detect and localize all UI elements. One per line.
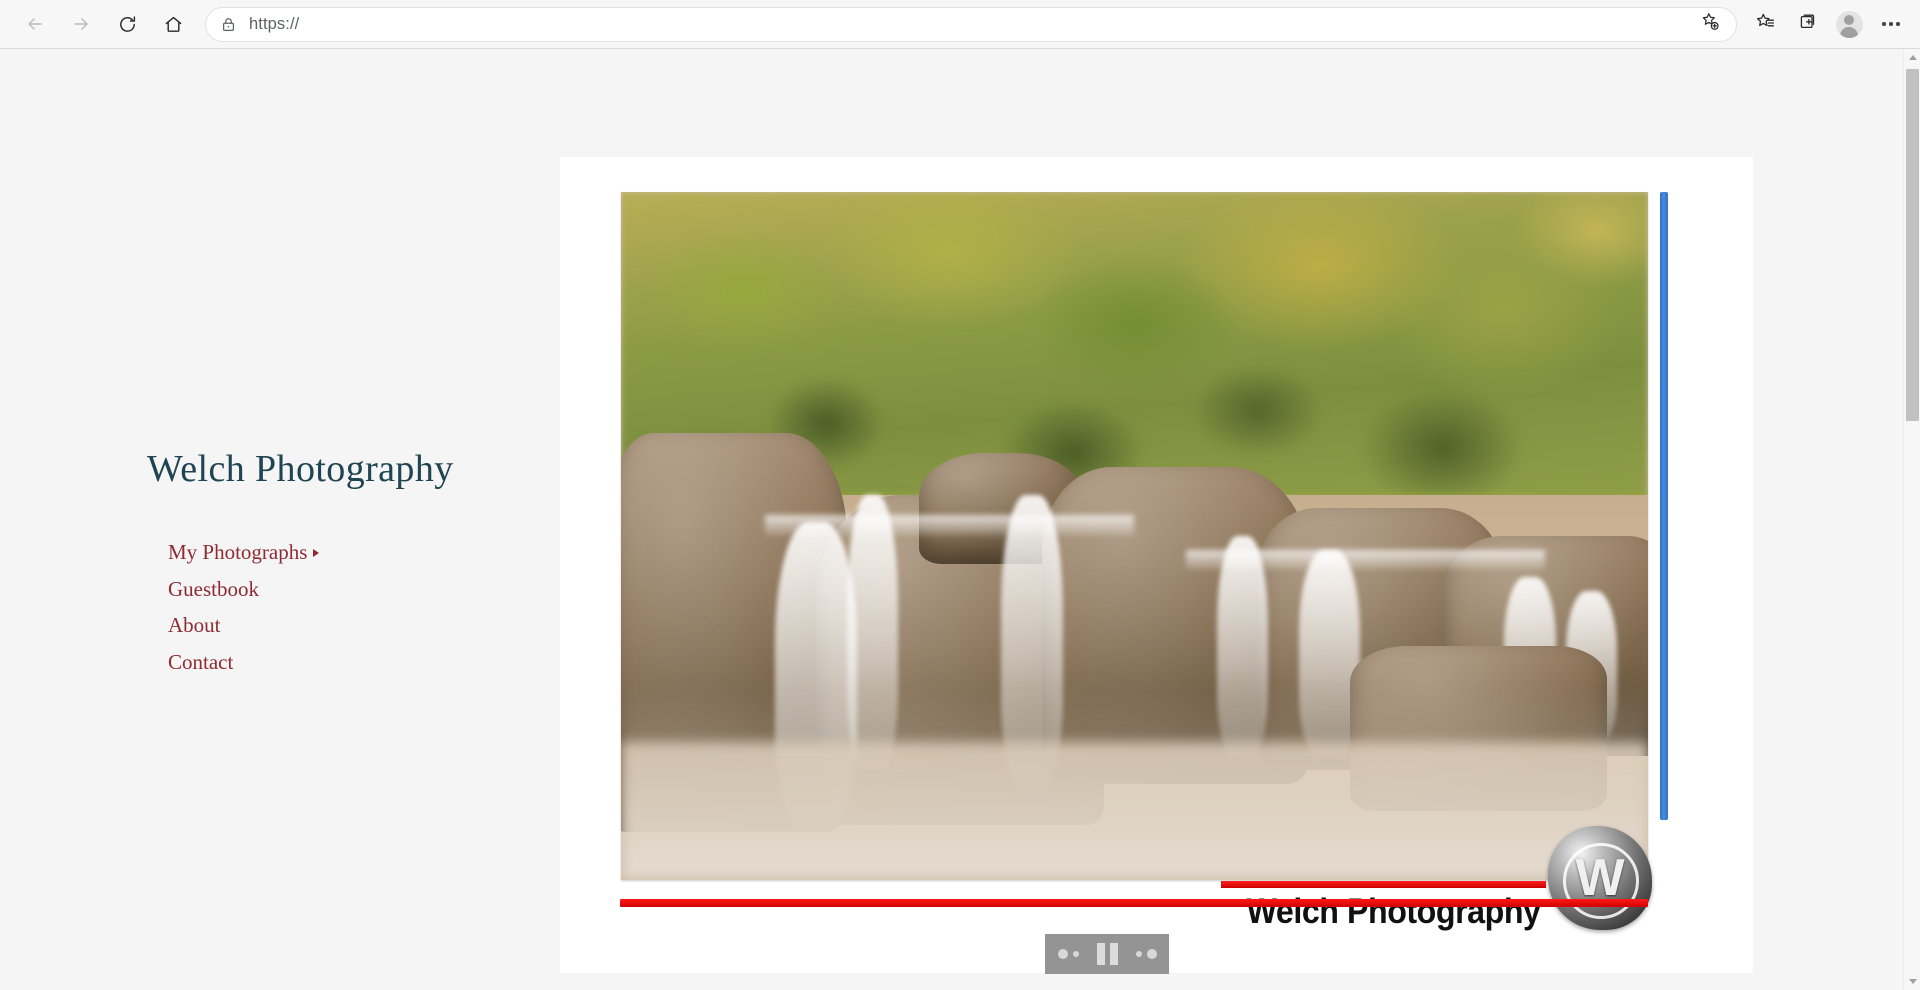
pause-button[interactable] (1096, 943, 1118, 965)
watermark-text: Welch Photography (1246, 892, 1540, 931)
scrollbar-thumb[interactable] (1906, 69, 1919, 421)
gallery-photo-wrapper[interactable]: Welch Photography W (621, 192, 1652, 931)
slideshow-controls[interactable] (1045, 934, 1169, 974)
lock-icon (220, 16, 237, 33)
next-icon (1146, 949, 1157, 959)
next-photo-button[interactable] (1135, 949, 1157, 959)
site-title: Welch Photography (147, 448, 454, 490)
next-icon-small (1135, 951, 1142, 957)
nav-item-label: My Photographs (168, 540, 308, 564)
page-viewport: Welch Photography My Photographs Guestbo… (0, 49, 1920, 990)
arrow-left-icon (25, 14, 45, 34)
omnibox-actions (1688, 8, 1730, 41)
photo-bottom-red-rule (620, 899, 1648, 907)
refresh-button[interactable] (104, 1, 150, 47)
add-favorite-button[interactable] (1688, 3, 1730, 45)
slideshow-progress-bar (1660, 192, 1668, 820)
toolbar-right-actions (1744, 3, 1912, 45)
star-plus-icon (1699, 11, 1720, 37)
address-bar[interactable]: https:// (206, 7, 1736, 41)
website-content: Welch Photography My Photographs Guestbo… (0, 49, 1903, 990)
photo-mist (621, 687, 1648, 880)
nav-item-label: Contact (168, 649, 234, 674)
chevron-down-icon (1908, 979, 1917, 984)
nav-item-contact[interactable]: Contact (168, 644, 319, 681)
nav-item-label: Guestbook (168, 576, 259, 601)
forward-button[interactable] (58, 1, 104, 47)
collections-button[interactable] (1786, 3, 1828, 45)
address-bar-text[interactable]: https:// (249, 15, 299, 34)
nav-item-guestbook[interactable]: Guestbook (168, 571, 319, 608)
chevron-up-icon (1908, 55, 1917, 60)
home-button[interactable] (150, 1, 196, 47)
pause-icon-bar (1096, 943, 1105, 965)
arrow-right-icon (71, 14, 91, 34)
site-sidebar: Welch Photography My Photographs Guestbo… (0, 49, 560, 990)
previous-photo-button[interactable] (1057, 949, 1079, 959)
nav-item-about[interactable]: About (168, 607, 319, 644)
watermark-red-rule (1220, 881, 1546, 888)
browser-toolbar: https:// (0, 0, 1920, 49)
site-footer: f 12666 photos Member since 11-Sep-12 Vi… (0, 974, 1903, 990)
profile-button[interactable] (1828, 3, 1870, 45)
gallery-card: Welch Photography W (560, 157, 1753, 974)
favorites-button[interactable] (1744, 3, 1786, 45)
refresh-icon (117, 14, 138, 35)
pause-icon-bar (1109, 943, 1118, 965)
page-scrollbar[interactable] (1903, 49, 1920, 990)
previous-icon (1057, 949, 1068, 959)
back-button[interactable] (12, 1, 58, 47)
previous-icon-small (1072, 951, 1079, 957)
ellipsis-icon (1882, 22, 1900, 26)
home-icon (163, 14, 184, 35)
scroll-up-button[interactable] (1904, 49, 1920, 66)
avatar (1835, 10, 1863, 38)
collections-icon (1796, 11, 1818, 38)
site-navigation: My Photographs Guestbook About Contact (168, 534, 320, 681)
nav-item-my-photographs[interactable]: My Photographs (168, 534, 320, 571)
caret-right-icon (313, 549, 320, 558)
scroll-down-button[interactable] (1904, 973, 1920, 990)
gallery-photo[interactable] (621, 192, 1648, 880)
settings-and-more-button[interactable] (1870, 3, 1912, 45)
favorites-star-icon (1754, 11, 1776, 38)
nav-item-label: About (168, 613, 221, 637)
